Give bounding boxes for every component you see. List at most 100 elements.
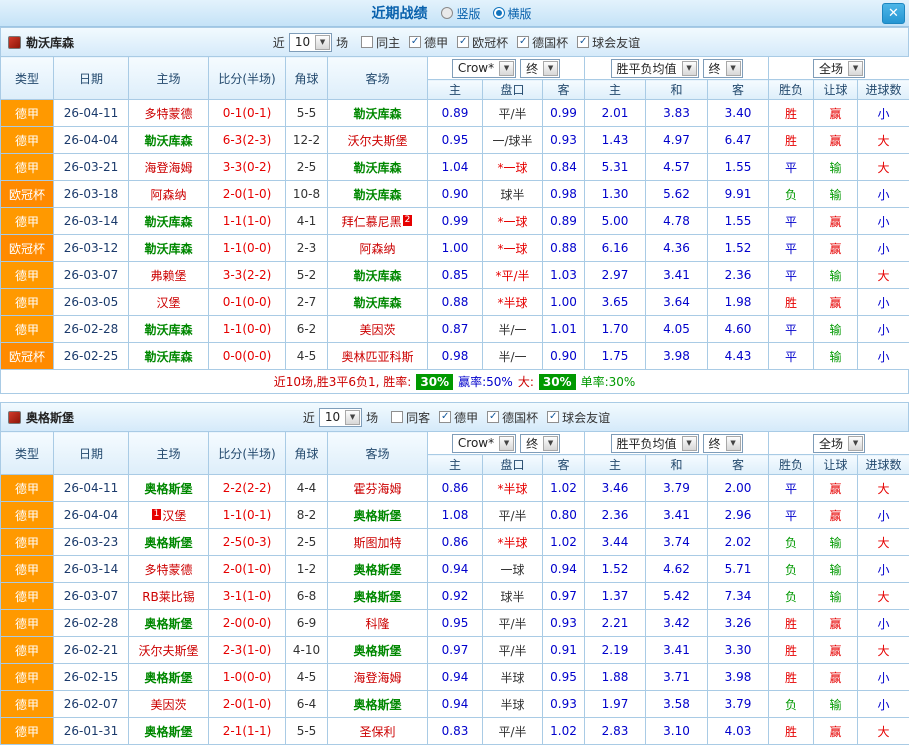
full-match-select[interactable]: 全场▼ <box>813 59 865 78</box>
euro-draw-odds: 3.10 <box>646 718 708 745</box>
asia-handicap: *一球 <box>483 235 543 262</box>
filter-checkbox[interactable]: ✓德甲 <box>409 34 448 51</box>
euro-odds-group-header: 胜平负均值▼ 终▼ <box>585 432 769 455</box>
team-name-link[interactable]: 沃尔夫斯堡 <box>138 644 198 658</box>
result-group-header: 全场▼ <box>769 432 909 455</box>
euro-home-odds: 2.83 <box>585 718 646 745</box>
full-match-select[interactable]: 全场▼ <box>813 434 865 453</box>
asia-home-odds: 0.97 <box>428 637 483 664</box>
team-name-link[interactable]: 奥格斯堡 <box>144 617 192 631</box>
final-odds-select[interactable]: 终▼ <box>520 434 560 453</box>
team-name-link[interactable]: 奥林匹亚科斯 <box>341 350 413 364</box>
avg-odds-select[interactable]: 胜平负均值▼ <box>611 59 699 78</box>
team-name-link[interactable]: 勒沃库森 <box>353 296 401 310</box>
team-name-link[interactable]: 勒沃库森 <box>353 161 401 175</box>
final-odds-select[interactable]: 终▼ <box>520 59 560 78</box>
team-name-link[interactable]: 阿森纳 <box>150 188 186 202</box>
euro-away-odds: 5.71 <box>708 556 769 583</box>
home-team-cell: 奥格斯堡 <box>129 664 209 691</box>
match-count-select[interactable]: 10 ▼ <box>289 33 332 52</box>
filter-checkbox[interactable]: 同主 <box>361 34 400 51</box>
asia-handicap: 半/一 <box>483 343 543 370</box>
filter-checkbox[interactable]: ✓德甲 <box>439 409 478 426</box>
close-button[interactable]: ✕ <box>882 3 905 24</box>
col-euro-draw: 和 <box>646 455 708 475</box>
team-name-link[interactable]: 圣保利 <box>359 725 395 739</box>
euro-draw-odds: 4.97 <box>646 127 708 154</box>
checkbox-checked-icon: ✓ <box>457 36 469 48</box>
score: 3-3(0-2) <box>209 154 286 181</box>
match-row: 德甲26-03-14多特蒙德2-0(1-0)1-2奥格斯堡0.94一球0.941… <box>1 556 909 583</box>
team-name-link[interactable]: 美因茨 <box>359 323 395 337</box>
team-name-link[interactable]: 勒沃库森 <box>353 107 401 121</box>
team-name-link[interactable]: 多特蒙德 <box>144 563 192 577</box>
team-name-link[interactable]: 奥格斯堡 <box>144 536 192 550</box>
team-name-link[interactable]: 霍芬海姆 <box>353 482 401 496</box>
euro-draw-odds: 4.62 <box>646 556 708 583</box>
chevron-down-icon: ▼ <box>726 61 741 76</box>
home-team-cell: 勒沃库森 <box>129 127 209 154</box>
team-name-link[interactable]: 美因茨 <box>150 698 186 712</box>
league-type: 德甲 <box>1 529 54 556</box>
team-name-link[interactable]: 奥格斯堡 <box>144 671 192 685</box>
team-name-link[interactable]: 奥格斯堡 <box>144 725 192 739</box>
asia-away-odds: 0.88 <box>543 235 585 262</box>
match-date: 26-02-28 <box>54 610 129 637</box>
team-name-link[interactable]: 海登海姆 <box>144 161 192 175</box>
team-name-link[interactable]: 阿森纳 <box>359 242 395 256</box>
goals-result: 大 <box>858 529 909 556</box>
filter-checkbox[interactable]: 同客 <box>391 409 430 426</box>
team-name-link[interactable]: 勒沃库森 <box>144 323 192 337</box>
team-name-link[interactable]: 斯图加特 <box>353 536 401 550</box>
match-row: 德甲26-03-21海登海姆3-3(0-2)2-5勒沃库森1.04*一球0.84… <box>1 154 909 181</box>
team-name-link[interactable]: 奥格斯堡 <box>144 482 192 496</box>
final-odds-select[interactable]: 终▼ <box>703 59 743 78</box>
team-name-link[interactable]: 科隆 <box>365 617 389 631</box>
team-name-link[interactable]: 奥格斯堡 <box>353 644 401 658</box>
team-name-link[interactable]: 弗赖堡 <box>150 269 186 283</box>
team-name-link[interactable]: 奥格斯堡 <box>353 698 401 712</box>
corner-count: 6-2 <box>286 316 328 343</box>
match-row: 德甲26-03-07RB莱比锡3-1(1-0)6-8奥格斯堡0.92球半0.97… <box>1 583 909 610</box>
filter-checkbox[interactable]: ✓球会友谊 <box>577 34 640 51</box>
team-name-link[interactable]: 勒沃库森 <box>353 269 401 283</box>
team-name-link[interactable]: 汉堡 <box>162 509 186 523</box>
bookmaker-select[interactable]: Crow*▼ <box>452 59 516 78</box>
handicap-result: 输 <box>814 529 858 556</box>
handicap-result: 赢 <box>814 502 858 529</box>
team-name-link[interactable]: 勒沃库森 <box>144 215 192 229</box>
team-name-link[interactable]: 勒沃库森 <box>144 242 192 256</box>
goals-result: 小 <box>858 610 909 637</box>
team-name-link[interactable]: 奥格斯堡 <box>353 509 401 523</box>
avg-odds-select[interactable]: 胜平负均值▼ <box>611 434 699 453</box>
euro-away-odds: 1.52 <box>708 235 769 262</box>
filter-checkbox[interactable]: ✓德国杯 <box>517 34 568 51</box>
team-name-link[interactable]: 沃尔夫斯堡 <box>347 134 407 148</box>
team-name-link[interactable]: 多特蒙德 <box>144 107 192 121</box>
league-type: 德甲 <box>1 262 54 289</box>
layout-radio-horizontal[interactable]: 横版 <box>493 5 532 22</box>
match-date: 26-03-14 <box>54 208 129 235</box>
team-name-link[interactable]: 拜仁慕尼黑 <box>342 215 402 229</box>
final-odds-select[interactable]: 终▼ <box>703 434 743 453</box>
filter-checkbox[interactable]: ✓欧冠杯 <box>457 34 508 51</box>
filter-checkbox[interactable]: ✓德国杯 <box>487 409 538 426</box>
bookmaker-select[interactable]: Crow*▼ <box>452 434 516 453</box>
team-name-link[interactable]: RB莱比锡 <box>142 590 195 604</box>
team-name-link[interactable]: 勒沃库森 <box>144 134 192 148</box>
match-count-select[interactable]: 10 ▼ <box>319 408 362 427</box>
team-name-link[interactable]: 奥格斯堡 <box>353 590 401 604</box>
team-name-link[interactable]: 汉堡 <box>156 296 180 310</box>
radio-selected-icon <box>493 7 505 19</box>
team-name-link[interactable]: 勒沃库森 <box>144 350 192 364</box>
team-name-link[interactable]: 勒沃库森 <box>353 188 401 202</box>
layout-radio-vertical[interactable]: 竖版 <box>441 5 480 22</box>
col-result-wdl: 胜负 <box>769 455 814 475</box>
score: 0-1(0-0) <box>209 289 286 316</box>
filter-checkbox[interactable]: ✓球会友谊 <box>547 409 610 426</box>
select-label: 10 <box>325 410 340 424</box>
team-name-link[interactable]: 奥格斯堡 <box>353 563 401 577</box>
checkbox-label: 德国杯 <box>532 34 568 51</box>
team-name-link[interactable]: 海登海姆 <box>353 671 401 685</box>
match-date: 26-03-18 <box>54 181 129 208</box>
